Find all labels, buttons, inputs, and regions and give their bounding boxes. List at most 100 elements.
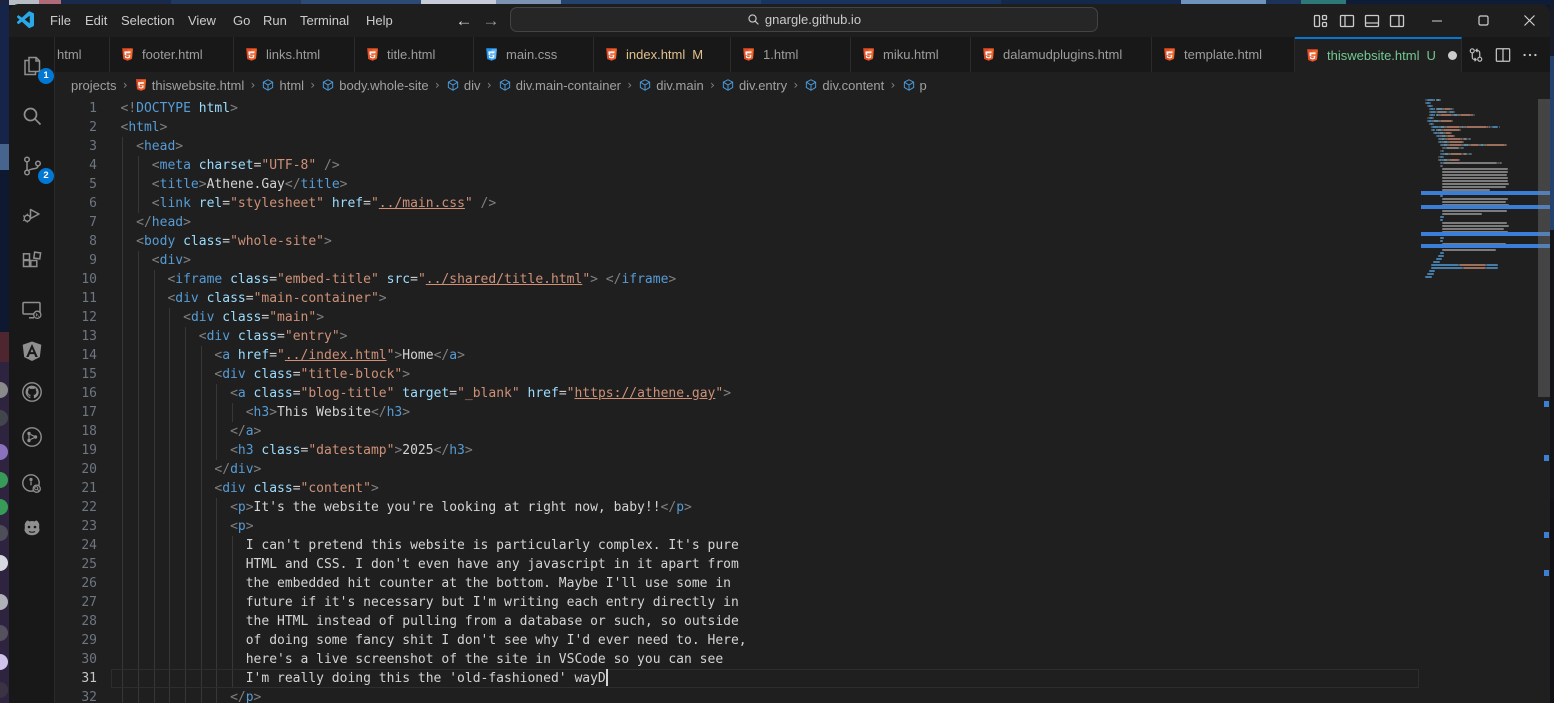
indent-guide: [138, 384, 139, 403]
indent-guide: [122, 517, 123, 536]
open-changes-button[interactable]: [1462, 37, 1490, 72]
menu-selection[interactable]: Selection: [121, 4, 174, 37]
customize-layout-icon[interactable]: [1313, 13, 1329, 29]
line-number: 22: [55, 498, 97, 517]
code-line: </p>: [230, 688, 261, 703]
tab-index.html[interactable]: index.htmlM: [594, 37, 731, 72]
tab-1.html[interactable]: 1.html: [731, 37, 851, 72]
menu-edit[interactable]: Edit: [85, 4, 107, 37]
activity-item-commit-search[interactable]: [9, 460, 55, 508]
indent-guide: [185, 460, 186, 479]
indent-guide: [138, 365, 139, 384]
vscode-window: File Edit Selection View Go Run Terminal Help ←…: [9, 4, 1550, 703]
activity-item-explorer[interactable]: 1: [9, 42, 55, 90]
minimize-button[interactable]: [1414, 4, 1460, 37]
breadcrumb-item[interactable]: div: [446, 78, 481, 93]
split-editor-button[interactable]: [1489, 37, 1517, 72]
indent-guide: [154, 612, 155, 631]
toggle-sidebar-left-icon[interactable]: [1339, 13, 1355, 29]
nav-back-icon[interactable]: ←: [453, 9, 475, 33]
minimap[interactable]: [1422, 98, 1538, 703]
activity-item-source-control[interactable]: 2: [9, 142, 55, 190]
line-number: 9: [55, 251, 97, 270]
breadcrumb-label: div: [464, 78, 481, 93]
menu-view[interactable]: View: [188, 4, 216, 37]
indent-guide: [169, 498, 170, 517]
tab-title.html[interactable]: title.html: [355, 37, 474, 72]
indent-guide: [122, 498, 123, 517]
code-line: I'm really doing this the 'old-fashioned…: [246, 669, 608, 688]
minimap-decoration-bar: [1421, 205, 1550, 209]
line-number: 13: [55, 327, 97, 346]
breadcrumb-item[interactable]: div.content: [804, 78, 884, 93]
indent-guide: [232, 631, 233, 650]
activity-item-extensions[interactable]: [9, 238, 55, 286]
commit-search-icon: [20, 472, 44, 496]
code-line: </head>: [136, 213, 191, 232]
command-center-search[interactable]: gnargle.github.io: [510, 7, 1098, 32]
activity-item-github[interactable]: [9, 368, 55, 416]
breadcrumb-separator-icon: ›: [481, 78, 498, 92]
indent-guide: [122, 175, 123, 194]
toggle-panel-icon[interactable]: [1364, 13, 1380, 29]
tab-thiswebsite.html[interactable]: thiswebsite.htmlU: [1295, 37, 1462, 72]
line-number: 6: [55, 194, 97, 213]
unsaved-dot-icon[interactable]: [1448, 51, 1457, 60]
tab-miku.html[interactable]: miku.html: [851, 37, 971, 72]
menu-help[interactable]: Help: [366, 4, 393, 37]
git-graph-icon: [20, 425, 44, 449]
breadcrumb-item[interactable]: div.main: [638, 78, 703, 93]
toggle-sidebar-right-icon[interactable]: [1389, 13, 1405, 29]
css-file-icon: [484, 47, 499, 62]
html-file-icon: [981, 47, 996, 62]
breadcrumb-separator-icon: ›: [787, 78, 804, 92]
breadcrumb-separator-icon: ›: [884, 78, 901, 92]
tab-dalamudplugins.html[interactable]: dalamudplugins.html: [971, 37, 1152, 72]
activity-item-gremlins[interactable]: [9, 504, 55, 552]
breadcrumb-item[interactable]: div.entry: [721, 78, 787, 93]
code-editor[interactable]: 1<!DOCTYPE html>2<html>3<head>4<meta cha…: [55, 98, 1550, 703]
indent-guide: [122, 194, 123, 213]
code-line: <meta charset="UTF-8" />: [152, 156, 340, 175]
breadcrumb-separator-icon: ›: [304, 78, 321, 92]
tab-label: main.css: [506, 47, 557, 62]
menu-terminal[interactable]: Terminal: [300, 4, 349, 37]
indent-guide: [185, 688, 186, 703]
breadcrumb-item[interactable]: html: [261, 78, 304, 93]
indent-guide: [138, 251, 139, 270]
code-line: <div class="entry">: [199, 327, 348, 346]
indent-guide: [185, 384, 186, 403]
breadcrumb-item[interactable]: body.whole-site: [321, 78, 428, 93]
code-line: <div class="main-container">: [167, 289, 386, 308]
breadcrumb-item[interactable]: projects: [71, 78, 117, 93]
indent-guide: [138, 574, 139, 593]
indent-guide: [185, 346, 186, 365]
nav-forward-icon[interactable]: →: [480, 9, 502, 33]
activity-item-search[interactable]: [9, 92, 55, 140]
code-line: future if it's necessary but I'm writing…: [246, 593, 739, 612]
menu-file[interactable]: File: [50, 4, 71, 37]
code-line: of doing some fancy shit I don't see why…: [246, 631, 747, 650]
maximize-button[interactable]: [1460, 4, 1506, 37]
tab-template.html[interactable]: template.html: [1152, 37, 1295, 72]
close-button[interactable]: [1506, 4, 1550, 37]
indent-guide: [122, 688, 123, 703]
menu-run[interactable]: Run: [263, 4, 287, 37]
scrollbar-thumb[interactable]: [1538, 99, 1550, 397]
menu-go[interactable]: Go: [233, 4, 250, 37]
indent-guide: [138, 536, 139, 555]
minimap-decoration-bar: [1421, 244, 1550, 248]
activity-item-git-graph[interactable]: [9, 413, 55, 461]
tab-links.html[interactable]: links.html: [234, 37, 355, 72]
more-actions-button[interactable]: [1516, 37, 1544, 72]
activity-item-run-and-debug[interactable]: [9, 190, 55, 238]
tab-footer.html[interactable]: footer.html: [110, 37, 234, 72]
line-number: 8: [55, 232, 97, 251]
code-line: <div class="content">: [214, 479, 378, 498]
tab-main.css[interactable]: main.css: [474, 37, 594, 72]
line-number: 1: [55, 99, 97, 118]
breadcrumb-item[interactable]: thiswebsite.html: [134, 78, 244, 93]
tab-html[interactable]: html: [55, 37, 110, 72]
breadcrumb-item[interactable]: div.main-container: [498, 78, 621, 93]
breadcrumb-item[interactable]: p: [902, 78, 927, 93]
